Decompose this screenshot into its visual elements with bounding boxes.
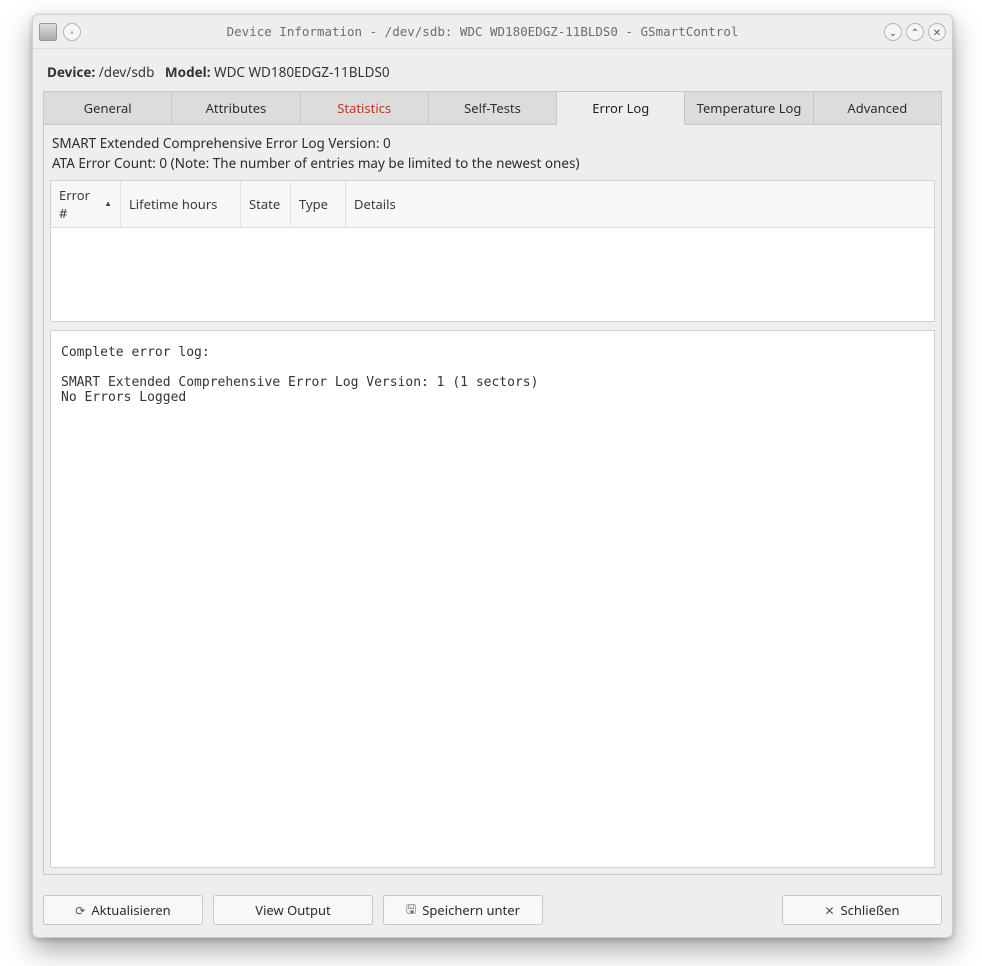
- errorlog-version-line: SMART Extended Comprehensive Error Log V…: [52, 133, 933, 153]
- save-as-button[interactable]: 🖫 Speichern unter: [383, 895, 543, 925]
- tab-panel: SMART Extended Comprehensive Error Log V…: [43, 125, 942, 875]
- sort-ascending-icon: ▲: [104, 198, 112, 209]
- col-details[interactable]: Details: [346, 181, 934, 227]
- content-area: Device: /dev/sdb Model: WDC WD180EDGZ-11…: [33, 49, 952, 885]
- device-label: Device:: [47, 63, 95, 81]
- device-value: /dev/sdb: [99, 63, 155, 81]
- titlebar: ◦ Device Information - /dev/sdb: WDC WD1…: [33, 15, 952, 49]
- button-spacer: [553, 895, 772, 925]
- button-row: ⟳ Aktualisieren View Output 🖫 Speichern …: [33, 885, 952, 937]
- chevron-up-icon: ⌃: [911, 25, 919, 39]
- app-icon: [39, 23, 57, 41]
- window-title: Device Information - /dev/sdb: WDC WD180…: [85, 24, 880, 39]
- error-log-text[interactable]: Complete error log: SMART Extended Compr…: [50, 330, 935, 869]
- errorlog-summary: SMART Extended Comprehensive Error Log V…: [44, 129, 941, 180]
- chevron-down-icon: ⌄: [889, 25, 897, 39]
- window-controls: ⌄ ⌃ ✕: [884, 23, 946, 41]
- error-table[interactable]: Error # ▲ Lifetime hours State Type Deta…: [50, 180, 935, 322]
- save-as-button-label: Speichern unter: [422, 901, 520, 919]
- tab-general[interactable]: General: [43, 91, 172, 125]
- tab-advanced[interactable]: Advanced: [814, 91, 942, 125]
- tab-attributes[interactable]: Attributes: [172, 91, 300, 125]
- refresh-icon: ⟳: [75, 902, 85, 919]
- view-output-button-label: View Output: [255, 901, 330, 919]
- tab-statistics[interactable]: Statistics: [301, 91, 429, 125]
- tab-self-tests[interactable]: Self-Tests: [429, 91, 557, 125]
- save-icon: 🖫: [406, 900, 416, 921]
- col-type[interactable]: Type: [291, 181, 346, 227]
- close-window-button[interactable]: ✕: [928, 23, 946, 41]
- tab-error-log[interactable]: Error Log: [557, 91, 685, 125]
- minimize-button[interactable]: ⌄: [884, 23, 902, 41]
- col-error-no-label: Error #: [59, 186, 100, 222]
- tab-temperature-log[interactable]: Temperature Log: [685, 91, 813, 125]
- window: ◦ Device Information - /dev/sdb: WDC WD1…: [32, 14, 953, 938]
- tabbar: General Attributes Statistics Self-Tests…: [43, 91, 942, 125]
- col-error-no[interactable]: Error # ▲: [51, 181, 121, 227]
- close-small-icon: ✕: [824, 902, 834, 919]
- titlebar-menu-button[interactable]: ◦: [63, 23, 81, 41]
- model-value: WDC WD180EDGZ-11BLDS0: [214, 63, 390, 81]
- errorlog-count-line: ATA Error Count: 0 (Note: The number of …: [52, 153, 933, 173]
- close-icon: ✕: [933, 25, 941, 39]
- close-button[interactable]: ✕ Schließen: [782, 895, 942, 925]
- col-state[interactable]: State: [241, 181, 291, 227]
- maximize-button[interactable]: ⌃: [906, 23, 924, 41]
- error-table-header: Error # ▲ Lifetime hours State Type Deta…: [51, 181, 934, 228]
- model-label: Model:: [165, 63, 211, 81]
- device-info-line: Device: /dev/sdb Model: WDC WD180EDGZ-11…: [43, 59, 942, 91]
- col-lifetime-hours[interactable]: Lifetime hours: [121, 181, 241, 227]
- refresh-button[interactable]: ⟳ Aktualisieren: [43, 895, 203, 925]
- close-button-label: Schließen: [841, 901, 900, 919]
- view-output-button[interactable]: View Output: [213, 895, 373, 925]
- refresh-button-label: Aktualisieren: [91, 901, 170, 919]
